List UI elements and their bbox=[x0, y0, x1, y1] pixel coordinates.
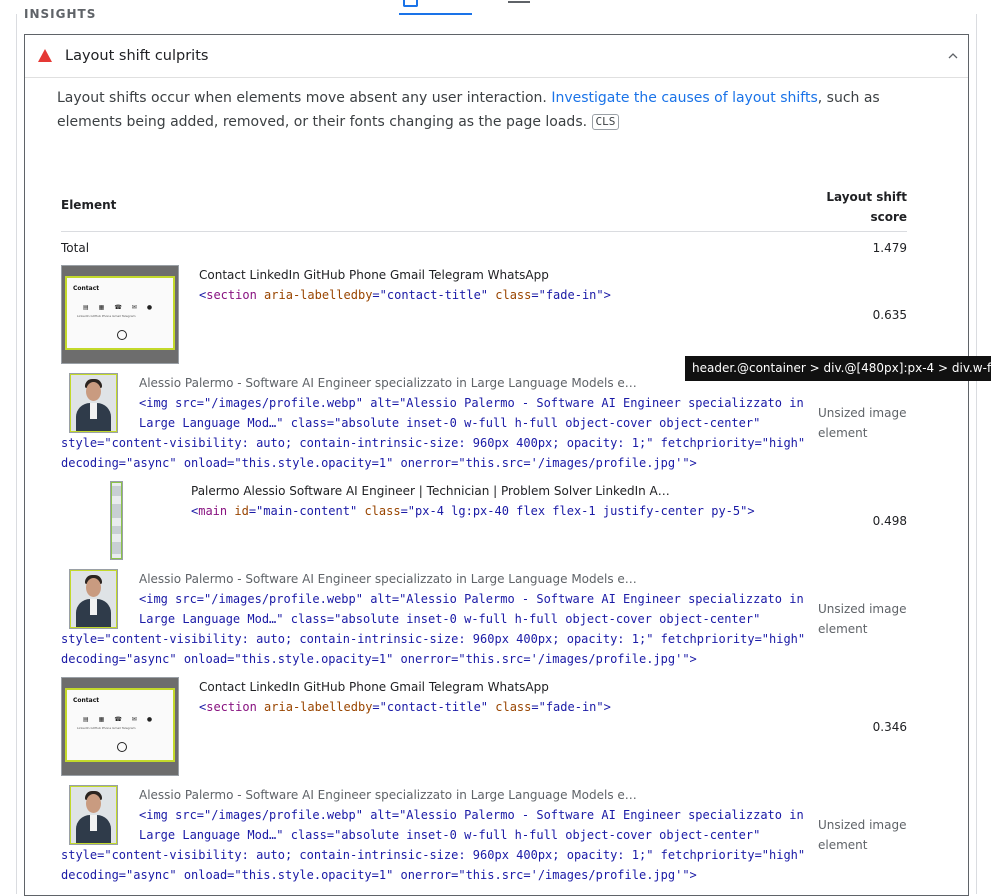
shift-reason: Unsized image element bbox=[818, 403, 918, 443]
element-screenshot-thumbnail[interactable] bbox=[110, 481, 123, 560]
snippet-tag: main bbox=[198, 504, 228, 518]
node-title: Alessio Palermo - Software AI Engineer s… bbox=[139, 788, 637, 802]
node-snippet-line[interactable]: style="content-visibility: auto; contain… bbox=[61, 845, 805, 865]
shift-reason-line1: Unsized image bbox=[818, 602, 907, 616]
photo-highlight bbox=[70, 374, 117, 432]
layout-shift-score: 0.635 bbox=[872, 308, 907, 322]
element-screenshot-thumbnail[interactable]: Contact ▤▦☎✉● LinkedIn GitHub Phone Gmai… bbox=[61, 265, 179, 364]
column-header-score: Layout shift score bbox=[807, 187, 907, 227]
tab-icon-inactive[interactable] bbox=[508, 0, 530, 3]
shift-reason: Unsized image element bbox=[818, 599, 918, 639]
snippet-value: fade-in bbox=[545, 700, 597, 714]
element-screenshot-thumbnail[interactable] bbox=[69, 569, 118, 629]
audit-title: Layout shift culprits bbox=[65, 48, 209, 64]
layout-shift-score: 0.346 bbox=[872, 720, 907, 734]
snippet-value: contact-title bbox=[386, 700, 481, 714]
photo-highlight bbox=[70, 570, 117, 628]
node-title: Alessio Palermo - Software AI Engineer s… bbox=[139, 572, 637, 586]
thumb-labels: LinkedIn GitHub Phone Gmail Telegram bbox=[77, 726, 136, 730]
shift-reason-line2: element bbox=[818, 426, 868, 440]
table-row[interactable]: Alessio Palermo - Software AI Engineer s… bbox=[61, 785, 907, 885]
shift-reason-line1: Unsized image bbox=[818, 818, 907, 832]
node-snippet-line[interactable]: Large Language Mod…" class="absolute ins… bbox=[139, 825, 760, 845]
snippet-tag: section bbox=[206, 288, 257, 302]
total-value: 1.479 bbox=[872, 241, 907, 255]
snippet-attr: class bbox=[495, 700, 532, 714]
cls-badge: CLS bbox=[591, 114, 620, 130]
shift-reason-line1: Unsized image bbox=[818, 406, 907, 420]
snippet-value: px-4 lg:px-40 flex flex-1 justify-center… bbox=[415, 504, 741, 518]
snippet-attr: aria-labelledby bbox=[264, 288, 373, 302]
shift-reason: Unsized image element bbox=[818, 815, 918, 855]
snippet-value: main-content bbox=[263, 504, 350, 518]
snippet-attr: class bbox=[364, 504, 401, 518]
node-snippet[interactable]: <main id="main-content" class="px-4 lg:p… bbox=[191, 501, 755, 521]
table-row[interactable]: Contact ▤▦☎✉● LinkedIn GitHub Phone Gmai… bbox=[61, 677, 907, 777]
layout-shift-audit: Layout shift culprits Layout shifts occu… bbox=[24, 34, 969, 896]
node-title: Palermo Alessio Software AI Engineer | T… bbox=[191, 484, 670, 498]
table-row[interactable]: Alessio Palermo - Software AI Engineer s… bbox=[61, 373, 907, 473]
node-snippet-line[interactable]: decoding="async" onload="this.style.opac… bbox=[61, 865, 697, 885]
thumb-title: Contact bbox=[73, 285, 100, 292]
node-snippet-line[interactable]: Large Language Mod…" class="absolute ins… bbox=[139, 609, 760, 629]
snippet-value: contact-title bbox=[386, 288, 481, 302]
node-snippet-line[interactable]: <img src="/images/profile.webp" alt="Ale… bbox=[139, 393, 804, 413]
table-row[interactable]: Palermo Alessio Software AI Engineer | T… bbox=[61, 481, 907, 561]
table-row[interactable]: Alessio Palermo - Software AI Engineer s… bbox=[61, 569, 907, 669]
header-divider bbox=[61, 231, 907, 232]
thumb-icons: ▤▦☎✉● bbox=[83, 716, 163, 723]
node-snippet[interactable]: <section aria-labelledby="contact-title"… bbox=[199, 285, 611, 305]
node-snippet-line[interactable]: style="content-visibility: auto; contain… bbox=[61, 629, 805, 649]
snippet-value: fade-in bbox=[545, 288, 597, 302]
node-snippet-line[interactable]: Large Language Mod…" class="absolute ins… bbox=[139, 413, 760, 433]
snippet-tag: section bbox=[206, 700, 257, 714]
node-title: Contact LinkedIn GitHub Phone Gmail Tele… bbox=[199, 680, 549, 694]
table-row[interactable]: Contact ▤▦☎✉● LinkedIn GitHub Phone Gmai… bbox=[61, 265, 907, 365]
node-snippet-line[interactable]: decoding="async" onload="this.style.opac… bbox=[61, 453, 697, 473]
thumb-icons: ▤▦☎✉● bbox=[83, 304, 163, 311]
chevron-up-icon[interactable] bbox=[946, 49, 960, 63]
element-screenshot-thumbnail[interactable] bbox=[69, 785, 118, 845]
whatsapp-icon bbox=[117, 330, 127, 340]
thumb-labels: LinkedIn GitHub Phone Gmail Telegram bbox=[77, 314, 136, 318]
node-snippet-line[interactable]: style="content-visibility: auto; contain… bbox=[61, 433, 805, 453]
snippet-attr: class bbox=[495, 288, 532, 302]
node-title: Alessio Palermo - Software AI Engineer s… bbox=[139, 376, 637, 390]
column-header-element: Element bbox=[61, 198, 117, 212]
total-label: Total bbox=[61, 241, 90, 255]
node-snippet[interactable]: <section aria-labelledby="contact-title"… bbox=[199, 697, 611, 717]
investigate-link[interactable]: Investigate the causes of layout shifts bbox=[551, 90, 817, 106]
element-screenshot-thumbnail[interactable] bbox=[69, 373, 118, 433]
element-screenshot-thumbnail[interactable]: Contact ▤▦☎✉● LinkedIn GitHub Phone Gmai… bbox=[61, 677, 179, 776]
snippet-attr: id bbox=[234, 504, 249, 518]
thumb-highlight bbox=[111, 482, 122, 559]
audit-description: Layout shifts occur when elements move a… bbox=[57, 86, 937, 134]
node-snippet-line[interactable]: <img src="/images/profile.webp" alt="Ale… bbox=[139, 805, 804, 825]
snippet-attr: aria-labelledby bbox=[264, 700, 373, 714]
whatsapp-icon bbox=[117, 742, 127, 752]
node-snippet-line[interactable]: <img src="/images/profile.webp" alt="Ale… bbox=[139, 589, 804, 609]
element-selector-tooltip: header.@container > div.@[480px]:px-4 > … bbox=[685, 356, 991, 381]
fail-triangle-icon bbox=[38, 49, 52, 62]
shift-reason-line2: element bbox=[818, 838, 868, 852]
audit-header[interactable]: Layout shift culprits bbox=[25, 35, 968, 78]
node-snippet-line[interactable]: decoding="async" onload="this.style.opac… bbox=[61, 649, 697, 669]
layout-shift-score: 0.498 bbox=[872, 514, 907, 528]
column-header-score-line1: Layout shift bbox=[826, 190, 907, 204]
photo-highlight bbox=[70, 786, 117, 844]
column-header-score-line2: score bbox=[870, 210, 907, 224]
shift-reason-line2: element bbox=[818, 622, 868, 636]
tab-icon-active[interactable] bbox=[403, 0, 418, 7]
thumb-title: Contact bbox=[73, 697, 100, 704]
description-text: Layout shifts occur when elements move a… bbox=[57, 90, 552, 106]
node-title: Contact LinkedIn GitHub Phone Gmail Tele… bbox=[199, 268, 549, 282]
